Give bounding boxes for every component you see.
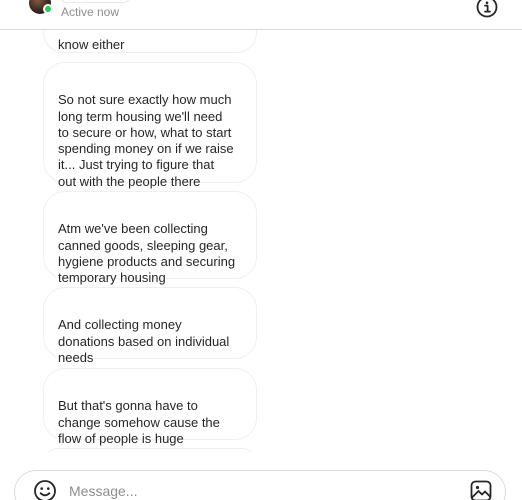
conversation-info-button[interactable] bbox=[476, 0, 498, 18]
message-input[interactable] bbox=[69, 480, 449, 500]
conversation-header: Active now bbox=[0, 0, 522, 30]
image-icon bbox=[470, 480, 492, 500]
contact-name[interactable] bbox=[60, 0, 130, 3]
info-icon bbox=[476, 0, 498, 18]
message-bubble[interactable] bbox=[43, 448, 257, 452]
message-composer bbox=[14, 470, 506, 500]
direct-message-window: Active now know either So not sure exact… bbox=[0, 0, 522, 500]
avatar[interactable] bbox=[29, 0, 53, 14]
smiley-icon bbox=[34, 480, 56, 500]
message-text: Atm we've been collecting canned goods, … bbox=[58, 221, 236, 286]
attach-image-button[interactable] bbox=[469, 479, 493, 500]
message-bubble[interactable]: But that's gonna have to change somehow … bbox=[43, 368, 257, 446]
message-text: But that's gonna have to change somehow … bbox=[58, 398, 220, 446]
message-bubble[interactable]: Atm we've been collecting canned goods, … bbox=[43, 191, 257, 285]
active-status: Active now bbox=[61, 5, 120, 19]
emoji-button[interactable] bbox=[33, 479, 57, 500]
message-bubble[interactable]: know either bbox=[43, 30, 257, 53]
message-bubble[interactable]: So not sure exactly how much long term h… bbox=[43, 62, 257, 189]
message-thread[interactable]: know either So not sure exactly how much… bbox=[0, 30, 522, 452]
message-text: know either bbox=[58, 37, 125, 53]
message-bubble[interactable]: And collecting money donations based on … bbox=[43, 287, 257, 365]
message-text: So not sure exactly how much long term h… bbox=[58, 92, 234, 189]
message-text: And collecting money donations based on … bbox=[58, 317, 230, 365]
presence-indicator bbox=[43, 4, 53, 14]
